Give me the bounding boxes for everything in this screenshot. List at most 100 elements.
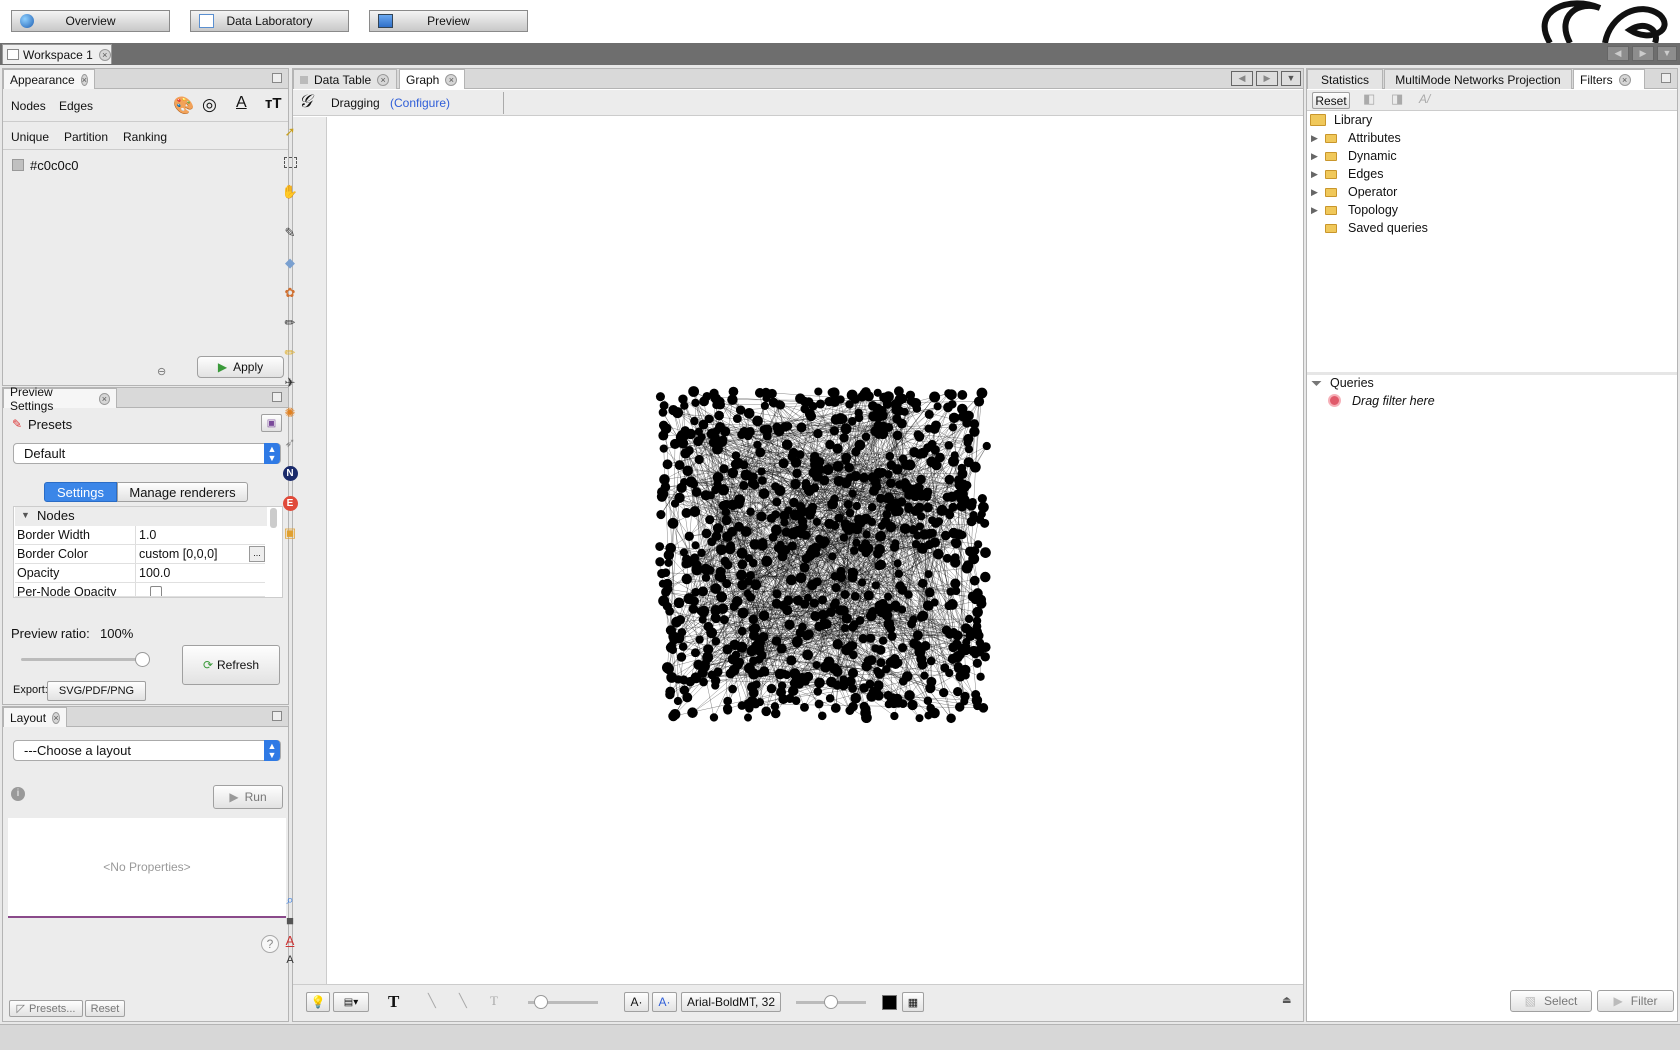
minimize-icon[interactable] <box>1661 73 1671 83</box>
heatmap-icon[interactable]: ✺ <box>281 404 299 422</box>
tab-unique[interactable]: Unique <box>11 130 49 144</box>
help-icon[interactable]: ? <box>261 935 279 953</box>
edge-scale-slider[interactable] <box>528 995 598 1009</box>
label-color-swatch[interactable] <box>882 995 897 1010</box>
layout-select[interactable]: ---Choose a layout ▲ ▼ <box>13 740 281 761</box>
edge-icon[interactable]: ╲ <box>428 993 436 1009</box>
airplane-icon[interactable]: ✈ <box>281 374 299 392</box>
select-button[interactable]: ▧ Select <box>1510 990 1592 1012</box>
close-filters-icon[interactable]: × <box>1618 73 1631 86</box>
edge-pencil-icon[interactable]: ✏ <box>281 344 299 362</box>
export-button[interactable]: SVG/PDF/PNG <box>47 681 146 701</box>
close-preview-settings-icon[interactable]: × <box>98 392 110 405</box>
library-node[interactable]: Library <box>1310 113 1372 127</box>
scroll-left-icon[interactable]: ◀ <box>1607 46 1629 61</box>
font-chooser-button[interactable]: Arial-BoldMT, 32 <box>681 992 781 1012</box>
tree-item[interactable]: ▶ Attributes <box>1311 131 1401 145</box>
ego-icon[interactable]: E <box>281 494 299 512</box>
link-icon[interactable]: ⊖ <box>157 365 166 378</box>
tab-layout[interactable]: Layout × <box>3 707 67 727</box>
font-size-down-icon[interactable]: A· <box>624 992 649 1012</box>
close-data-table-icon[interactable]: × <box>377 73 390 86</box>
label-scale-slider[interactable] <box>796 995 866 1009</box>
zoom-icon[interactable]: ⌕ <box>281 891 299 909</box>
close-workspace-icon[interactable]: × <box>98 48 111 61</box>
property-row[interactable]: Border Width 1.0 <box>15 526 265 545</box>
mode-edges[interactable]: Edges <box>59 99 93 113</box>
mode-nodes[interactable]: Nodes <box>11 99 46 113</box>
workspace-tab[interactable]: Workspace 1 × <box>2 44 112 64</box>
tab-appearance[interactable]: Appearance × <box>3 69 95 89</box>
pointer-icon[interactable]: ➚ <box>281 123 299 141</box>
size-icon[interactable]: ◎ <box>202 95 217 115</box>
label-color-icon[interactable]: A <box>236 94 247 112</box>
configure-link[interactable]: (Configure) <box>390 96 450 110</box>
close-layout-icon[interactable]: × <box>52 711 60 724</box>
section-nodes[interactable]: ▼ Nodes <box>15 507 267 526</box>
overview-button[interactable]: Overview <box>11 10 170 32</box>
export-icon[interactable]: ◧ <box>1363 91 1375 107</box>
tab-statistics[interactable]: Statistics <box>1307 69 1383 89</box>
tab-settings[interactable]: Settings <box>44 482 117 502</box>
tab-partition[interactable]: Partition <box>64 130 108 144</box>
background-color-icon[interactable]: ■ <box>281 911 299 929</box>
screenshot-icon[interactable]: ▤▾ <box>333 992 369 1012</box>
save-preset-icon[interactable]: ▣ <box>261 414 282 432</box>
diamond-icon[interactable]: ◆ <box>281 254 299 272</box>
minimize-icon[interactable] <box>272 392 282 402</box>
run-button[interactable]: ▶ Run <box>213 785 283 809</box>
label-color-icon[interactable]: A <box>281 931 299 949</box>
preset-select[interactable]: Default ▲ ▼ <box>13 443 281 464</box>
font-color-icon[interactable]: A· <box>652 992 677 1012</box>
brush-icon[interactable]: ✎ <box>281 224 299 242</box>
tree-item[interactable]: ▶ Operator <box>1311 185 1397 199</box>
reset-button[interactable]: Reset <box>85 1000 125 1017</box>
presets-button[interactable]: ◸ Presets... <box>9 1000 83 1017</box>
import-icon[interactable]: ◨ <box>1391 91 1403 107</box>
rectangle-select-icon[interactable] <box>281 153 299 171</box>
attributes-icon[interactable]: ▦ <box>902 992 924 1012</box>
painter-icon[interactable]: ✿ <box>281 284 299 302</box>
slider-knob[interactable] <box>824 995 838 1009</box>
tab-multimode-projection[interactable]: MultiMode Networks Projection <box>1384 69 1572 89</box>
label-size-icon[interactable]: тT <box>265 95 282 112</box>
workspace-menu-icon[interactable]: ▼ <box>1657 46 1677 61</box>
scroll-right-icon[interactable]: ▶ <box>1256 71 1278 86</box>
data-laboratory-button[interactable]: Data Laboratory <box>190 10 349 32</box>
tab-manage-renderers[interactable]: Manage renderers <box>117 482 248 502</box>
preview-button[interactable]: Preview <box>369 10 528 32</box>
label-size-icon[interactable]: A <box>281 951 299 969</box>
shortest-path-icon[interactable]: ▣ <box>281 524 299 542</box>
more-icon[interactable]: ... <box>249 546 265 562</box>
slider-knob[interactable] <box>135 652 150 667</box>
splitter[interactable] <box>1307 372 1677 375</box>
scroll-left-icon[interactable]: ◀ <box>1231 71 1253 86</box>
info-icon[interactable]: i <box>11 787 25 801</box>
minimize-icon[interactable] <box>272 711 282 721</box>
edge-color-icon[interactable]: ╲ <box>459 993 467 1009</box>
color-palette-icon[interactable]: 🎨 <box>173 96 194 116</box>
apply-button[interactable]: ▶ Apply <box>197 356 284 378</box>
property-row[interactable]: Per-Node Opacity <box>15 583 265 597</box>
text-icon[interactable]: T <box>388 992 399 1012</box>
tab-preview-settings[interactable]: Preview Settings × <box>3 385 117 413</box>
slider-knob[interactable] <box>534 995 548 1009</box>
close-graph-icon[interactable]: × <box>445 73 458 86</box>
tab-data-table[interactable]: Data Table × <box>293 69 397 89</box>
tab-graph[interactable]: Graph × <box>399 69 465 89</box>
lasso-icon[interactable]: ✋ <box>281 183 299 201</box>
per-node-opacity-checkbox[interactable] <box>150 586 162 596</box>
light-bulb-icon[interactable]: 💡 <box>306 992 330 1012</box>
tree-item[interactable]: ▶ Edges <box>1311 167 1383 181</box>
color-swatch[interactable] <box>12 159 24 171</box>
filter-button[interactable]: ▶ Filter <box>1597 990 1674 1012</box>
collapse-icon[interactable]: ⏏ <box>1282 995 1291 1006</box>
reset-filters-button[interactable]: Reset <box>1312 92 1350 109</box>
property-row[interactable]: Opacity 100.0 <box>15 564 265 583</box>
property-row[interactable]: Border Color custom [0,0,0] ... <box>15 545 265 564</box>
close-appearance-icon[interactable]: × <box>80 73 88 86</box>
pencil-icon[interactable]: ✏ <box>281 314 299 332</box>
refresh-button[interactable]: ⟳ Refresh <box>182 645 280 685</box>
tab-ranking[interactable]: Ranking <box>123 130 167 144</box>
tree-item[interactable]: ▶ Topology <box>1311 203 1398 217</box>
